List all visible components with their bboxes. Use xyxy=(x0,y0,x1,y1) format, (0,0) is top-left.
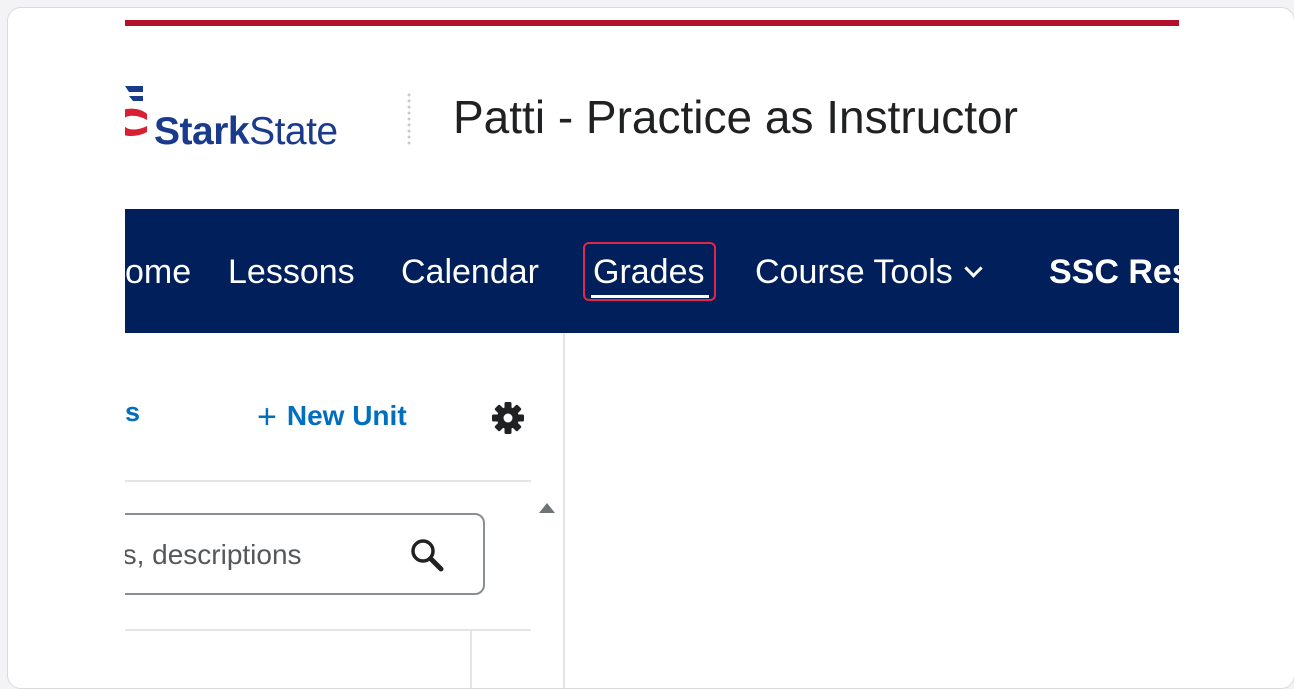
course-title[interactable]: Patti - Practice as Instructor xyxy=(453,90,1018,144)
gear-icon[interactable] xyxy=(491,401,525,435)
course-navbar: ome Lessons Calendar Grades Course Tools… xyxy=(125,209,1179,333)
browser-viewport: StarkState Patti - Practice as Instructo… xyxy=(125,8,1179,688)
nav-item-home[interactable]: ome xyxy=(125,253,191,292)
starkstate-logo[interactable]: StarkState xyxy=(125,80,385,160)
chevron-down-icon xyxy=(964,259,983,278)
search-icon[interactable] xyxy=(407,535,447,575)
nav-item-grades[interactable]: Grades xyxy=(593,253,705,292)
panel-divider xyxy=(125,480,531,482)
starkstate-logo-mark-icon xyxy=(125,86,147,136)
plus-icon: + xyxy=(257,398,277,436)
new-unit-button[interactable]: + New Unit xyxy=(257,395,407,436)
panel-tab-fragment[interactable]: s xyxy=(125,397,140,428)
top-accent-bar xyxy=(125,20,1179,26)
header-separator xyxy=(407,92,411,146)
screenshot-card: StarkState Patti - Practice as Instructo… xyxy=(7,7,1294,689)
new-unit-label: New Unit xyxy=(286,400,407,431)
logo-wordmark: StarkState xyxy=(154,110,338,153)
search-input[interactable]: es, descriptions xyxy=(125,513,485,595)
list-column-divider xyxy=(470,629,472,688)
course-tools-label: Course Tools xyxy=(755,253,953,291)
nav-item-lessons[interactable]: Lessons xyxy=(228,253,355,292)
scroll-up-arrow-icon[interactable] xyxy=(539,503,555,513)
active-underline xyxy=(591,295,709,298)
search-placeholder: es, descriptions xyxy=(125,539,302,570)
nav-item-course-tools[interactable]: Course Tools xyxy=(755,253,983,292)
nav-item-calendar[interactable]: Calendar xyxy=(401,253,539,292)
lessons-side-panel: s + New Unit es, descriptions xyxy=(125,333,565,688)
nav-item-ssc-resources[interactable]: SSC Res xyxy=(1049,253,1179,292)
